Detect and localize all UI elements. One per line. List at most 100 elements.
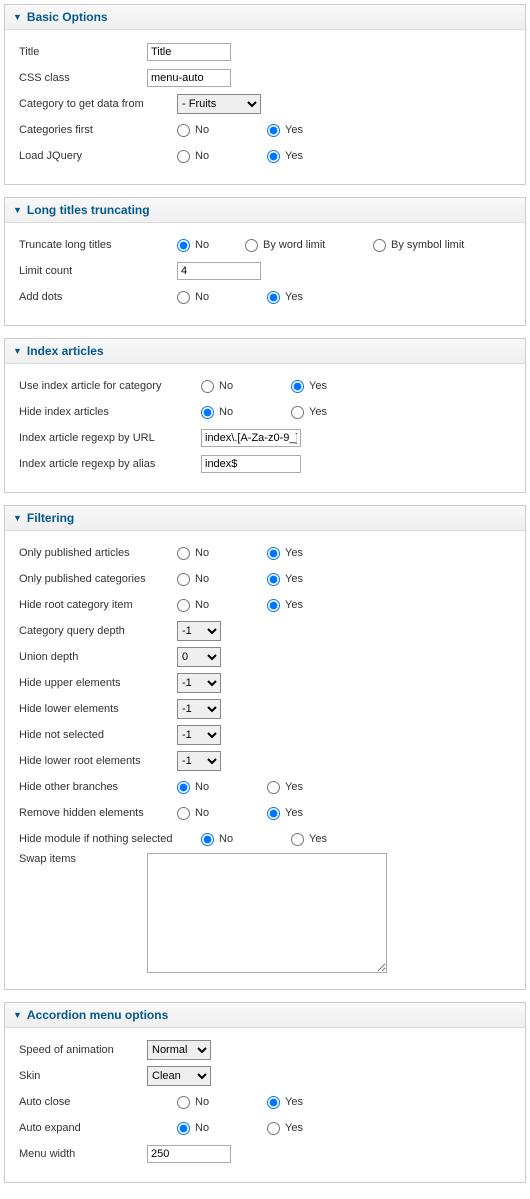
load-jquery-label: Load JQuery bbox=[19, 150, 177, 162]
autoclose-no[interactable]: No bbox=[177, 1096, 249, 1109]
category-select[interactable]: - Fruits bbox=[177, 94, 261, 114]
css-class-label: CSS class bbox=[19, 72, 147, 84]
cat-depth-select[interactable]: -1 bbox=[177, 621, 221, 641]
skin-select[interactable]: Clean bbox=[147, 1066, 211, 1086]
regexp-alias-label: Index article regexp by alias bbox=[19, 458, 201, 470]
panel-body-filtering: Only published articles No Yes Only publ… bbox=[5, 531, 525, 989]
pub-categories-label: Only published categories bbox=[19, 573, 177, 585]
hide-notsel-label: Hide not selected bbox=[19, 729, 177, 741]
autoexpand-yes[interactable]: Yes bbox=[267, 1122, 303, 1135]
pub-articles-label: Only published articles bbox=[19, 547, 177, 559]
truncate-by-symbol[interactable]: By symbol limit bbox=[373, 239, 464, 252]
categories-first-no[interactable]: No bbox=[177, 124, 249, 137]
panel-header-basic[interactable]: ▼ Basic Options bbox=[5, 5, 525, 30]
collapse-icon: ▼ bbox=[13, 12, 22, 22]
truncate-no[interactable]: No bbox=[177, 239, 227, 252]
hide-other-yes[interactable]: Yes bbox=[267, 781, 303, 794]
panel-accordion: ▼ Accordion menu options Speed of animat… bbox=[4, 1002, 526, 1183]
title-input[interactable] bbox=[147, 43, 231, 61]
panel-filtering: ▼ Filtering Only published articles No Y… bbox=[4, 505, 526, 990]
category-label: Category to get data from bbox=[19, 98, 177, 110]
panel-basic-options: ▼ Basic Options Title CSS class Category… bbox=[4, 4, 526, 185]
autoexpand-label: Auto expand bbox=[19, 1122, 177, 1134]
panel-header-accordion[interactable]: ▼ Accordion menu options bbox=[5, 1003, 525, 1028]
hide-module-no[interactable]: No bbox=[201, 833, 273, 846]
add-dots-no[interactable]: No bbox=[177, 291, 249, 304]
panel-title: Index articles bbox=[27, 344, 104, 358]
panel-header-index[interactable]: ▼ Index articles bbox=[5, 339, 525, 364]
truncate-by-word[interactable]: By word limit bbox=[245, 239, 355, 252]
collapse-icon: ▼ bbox=[13, 346, 22, 356]
skin-label: Skin bbox=[19, 1070, 147, 1082]
swap-items-label: Swap items bbox=[19, 853, 147, 865]
limit-count-input[interactable] bbox=[177, 262, 261, 280]
hide-root-yes[interactable]: Yes bbox=[267, 599, 303, 612]
hide-module-yes[interactable]: Yes bbox=[291, 833, 327, 846]
add-dots-label: Add dots bbox=[19, 291, 177, 303]
pub-categories-yes[interactable]: Yes bbox=[267, 573, 303, 586]
add-dots-yes[interactable]: Yes bbox=[267, 291, 303, 304]
regexp-url-input[interactable] bbox=[201, 429, 301, 447]
panel-header-truncating[interactable]: ▼ Long titles truncating bbox=[5, 198, 525, 223]
panel-body-index: Use index article for category No Yes Hi… bbox=[5, 364, 525, 492]
css-class-input[interactable] bbox=[147, 69, 231, 87]
use-index-label: Use index article for category bbox=[19, 380, 201, 392]
autoclose-label: Auto close bbox=[19, 1096, 177, 1108]
use-index-yes[interactable]: Yes bbox=[291, 380, 327, 393]
limit-count-label: Limit count bbox=[19, 265, 177, 277]
hide-index-no[interactable]: No bbox=[201, 406, 273, 419]
cat-depth-label: Category query depth bbox=[19, 625, 177, 637]
panel-body-basic: Title CSS class Category to get data fro… bbox=[5, 30, 525, 184]
menu-width-label: Menu width bbox=[19, 1148, 147, 1160]
panel-title: Filtering bbox=[27, 511, 74, 525]
hide-lower-label: Hide lower elements bbox=[19, 703, 177, 715]
use-index-no[interactable]: No bbox=[201, 380, 273, 393]
truncate-label: Truncate long titles bbox=[19, 239, 177, 251]
title-label: Title bbox=[19, 46, 147, 58]
panel-truncating: ▼ Long titles truncating Truncate long t… bbox=[4, 197, 526, 326]
regexp-url-label: Index article regexp by URL bbox=[19, 432, 201, 444]
hide-lower-root-label: Hide lower root elements bbox=[19, 755, 177, 767]
load-jquery-yes[interactable]: Yes bbox=[267, 150, 303, 163]
panel-title: Basic Options bbox=[27, 10, 108, 24]
hide-index-label: Hide index articles bbox=[19, 406, 201, 418]
hide-index-yes[interactable]: Yes bbox=[291, 406, 327, 419]
panel-body-accordion: Speed of animation Normal Skin Clean Aut… bbox=[5, 1028, 525, 1182]
panel-index-articles: ▼ Index articles Use index article for c… bbox=[4, 338, 526, 493]
hide-lower-select[interactable]: -1 bbox=[177, 699, 221, 719]
pub-articles-no[interactable]: No bbox=[177, 547, 249, 560]
swap-items-textarea[interactable] bbox=[147, 853, 387, 973]
menu-width-input[interactable] bbox=[147, 1145, 231, 1163]
pub-categories-no[interactable]: No bbox=[177, 573, 249, 586]
hide-root-no[interactable]: No bbox=[177, 599, 249, 612]
union-depth-label: Union depth bbox=[19, 651, 177, 663]
hide-other-no[interactable]: No bbox=[177, 781, 249, 794]
speed-label: Speed of animation bbox=[19, 1044, 147, 1056]
hide-module-label: Hide module if nothing selected bbox=[19, 833, 201, 845]
panel-title: Long titles truncating bbox=[27, 203, 150, 217]
hide-upper-select[interactable]: -1 bbox=[177, 673, 221, 693]
remove-hidden-label: Remove hidden elements bbox=[19, 807, 177, 819]
union-depth-select[interactable]: 0 bbox=[177, 647, 221, 667]
regexp-alias-input[interactable] bbox=[201, 455, 301, 473]
collapse-icon: ▼ bbox=[13, 1010, 22, 1020]
hide-notsel-select[interactable]: -1 bbox=[177, 725, 221, 745]
remove-hidden-no[interactable]: No bbox=[177, 807, 249, 820]
load-jquery-no[interactable]: No bbox=[177, 150, 249, 163]
pub-articles-yes[interactable]: Yes bbox=[267, 547, 303, 560]
autoclose-yes[interactable]: Yes bbox=[267, 1096, 303, 1109]
hide-upper-label: Hide upper elements bbox=[19, 677, 177, 689]
hide-root-label: Hide root category item bbox=[19, 599, 177, 611]
collapse-icon: ▼ bbox=[13, 205, 22, 215]
categories-first-yes[interactable]: Yes bbox=[267, 124, 303, 137]
panel-header-filtering[interactable]: ▼ Filtering bbox=[5, 506, 525, 531]
autoexpand-no[interactable]: No bbox=[177, 1122, 249, 1135]
remove-hidden-yes[interactable]: Yes bbox=[267, 807, 303, 820]
panel-title: Accordion menu options bbox=[27, 1008, 168, 1022]
panel-body-truncating: Truncate long titles No By word limit By… bbox=[5, 223, 525, 325]
speed-select[interactable]: Normal bbox=[147, 1040, 211, 1060]
categories-first-label: Categories first bbox=[19, 124, 177, 136]
collapse-icon: ▼ bbox=[13, 513, 22, 523]
hide-lower-root-select[interactable]: -1 bbox=[177, 751, 221, 771]
hide-other-label: Hide other branches bbox=[19, 781, 177, 793]
